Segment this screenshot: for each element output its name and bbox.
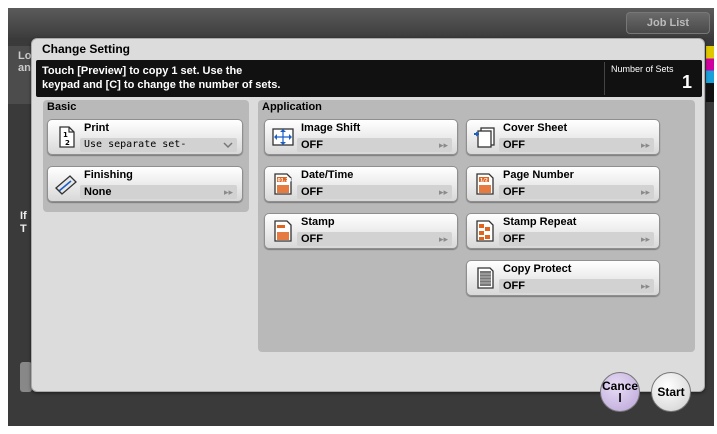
date-time-value-well: OFF ▸▸: [297, 185, 452, 199]
date-time-button[interactable]: 01.23 Date/Time OFF ▸▸: [264, 166, 458, 202]
image-shift-value: OFF: [301, 139, 323, 151]
chevron-down-icon: [223, 138, 233, 156]
image-shift-button[interactable]: Image Shift OFF ▸▸: [264, 119, 458, 155]
double-chevron-right-icon: ▸▸: [438, 234, 448, 244]
cancel-button[interactable]: Cance l: [600, 372, 640, 412]
page-number-icon: 1/2: [472, 172, 498, 196]
double-chevron-right-icon: ▸▸: [640, 187, 650, 197]
background-text-1: Lo an: [8, 46, 32, 104]
double-chevron-right-icon: ▸▸: [640, 281, 650, 291]
double-chevron-right-icon: ▸▸: [640, 234, 650, 244]
print-value: Use separate set-: [84, 139, 187, 150]
stamp-button[interactable]: Stamp OFF ▸▸: [264, 213, 458, 249]
print-title: Print: [84, 122, 110, 134]
stamp-repeat-value-well: OFF ▸▸: [499, 232, 654, 246]
copy-protect-button[interactable]: Copy Protect OFF ▸▸: [466, 260, 660, 296]
image-shift-icon: [270, 125, 296, 149]
finishing-button[interactable]: Finishing None ▸▸: [47, 166, 243, 202]
cover-sheet-button[interactable]: Cover Sheet OFF ▸▸: [466, 119, 660, 155]
copy-protect-value-well: OFF ▸▸: [499, 279, 654, 293]
message-bar: Touch [Preview] to copy 1 set. Use the k…: [36, 60, 702, 97]
page-number-button[interactable]: 1/2 Page Number OFF ▸▸: [466, 166, 660, 202]
page-number-value: OFF: [503, 186, 525, 198]
double-chevron-right-icon: ▸▸: [438, 187, 448, 197]
svg-text:1: 1: [63, 131, 68, 139]
application-group-label: Application: [262, 101, 322, 113]
job-list-button[interactable]: Job List: [626, 12, 710, 34]
cover-sheet-value-well: OFF ▸▸: [499, 138, 654, 152]
finishing-value: None: [84, 186, 112, 198]
double-chevron-right-icon: ▸▸: [640, 140, 650, 150]
cover-sheet-icon: [472, 125, 498, 149]
svg-text:2: 2: [65, 139, 70, 147]
page-number-value-well: OFF ▸▸: [499, 185, 654, 199]
svg-text:1/2: 1/2: [480, 178, 488, 184]
stamp-title: Stamp: [301, 216, 335, 228]
stamp-value: OFF: [301, 233, 323, 245]
stamp-icon: [270, 219, 296, 243]
dialog-title: Change Setting: [42, 42, 131, 56]
cover-sheet-value: OFF: [503, 139, 525, 151]
basic-group: Basic 1 2 Print Use separate set- Finish…: [43, 100, 249, 212]
number-of-sets-display: Number of Sets 1: [604, 62, 696, 95]
change-setting-dialog: Change Setting Touch [Preview] to copy 1…: [31, 38, 705, 392]
application-group: Application Image Shift OFF ▸▸ 01.23 Dat…: [258, 100, 695, 352]
start-button[interactable]: Start: [651, 372, 691, 412]
instruction-message: Touch [Preview] to copy 1 set. Use the k…: [42, 65, 281, 91]
copy-protect-title: Copy Protect: [503, 263, 572, 275]
finishing-icon: [53, 172, 79, 196]
print-button[interactable]: 1 2 Print Use separate set-: [47, 119, 243, 155]
print-value-well: Use separate set-: [80, 138, 237, 152]
image-shift-value-well: OFF ▸▸: [297, 138, 452, 152]
number-of-sets-label: Number of Sets: [611, 64, 674, 74]
finishing-value-well: None ▸▸: [80, 185, 237, 199]
stamp-repeat-icon: [472, 219, 498, 243]
double-chevron-right-icon: ▸▸: [223, 187, 233, 197]
double-chevron-right-icon: ▸▸: [438, 140, 448, 150]
page-number-title: Page Number: [503, 169, 574, 181]
copy-protect-value: OFF: [503, 280, 525, 292]
stamp-repeat-button[interactable]: Stamp Repeat OFF ▸▸: [466, 213, 660, 249]
basic-group-label: Basic: [47, 101, 77, 113]
svg-text:01.23: 01.23: [278, 178, 292, 184]
print-document-icon: 1 2: [53, 125, 79, 149]
stamp-repeat-value: OFF: [503, 233, 525, 245]
stamp-repeat-title: Stamp Repeat: [503, 216, 577, 228]
number-of-sets-value: 1: [681, 72, 692, 92]
copy-protect-icon: [472, 266, 498, 290]
stamp-value-well: OFF ▸▸: [297, 232, 452, 246]
background-text-2: If T: [20, 210, 27, 235]
toner-level-strip: [706, 46, 714, 102]
date-time-icon: 01.23: [270, 172, 296, 196]
finishing-title: Finishing: [84, 169, 133, 181]
date-time-title: Date/Time: [301, 169, 354, 181]
top-bar: [8, 8, 714, 38]
date-time-value: OFF: [301, 186, 323, 198]
image-shift-title: Image Shift: [301, 122, 361, 134]
cover-sheet-title: Cover Sheet: [503, 122, 568, 134]
